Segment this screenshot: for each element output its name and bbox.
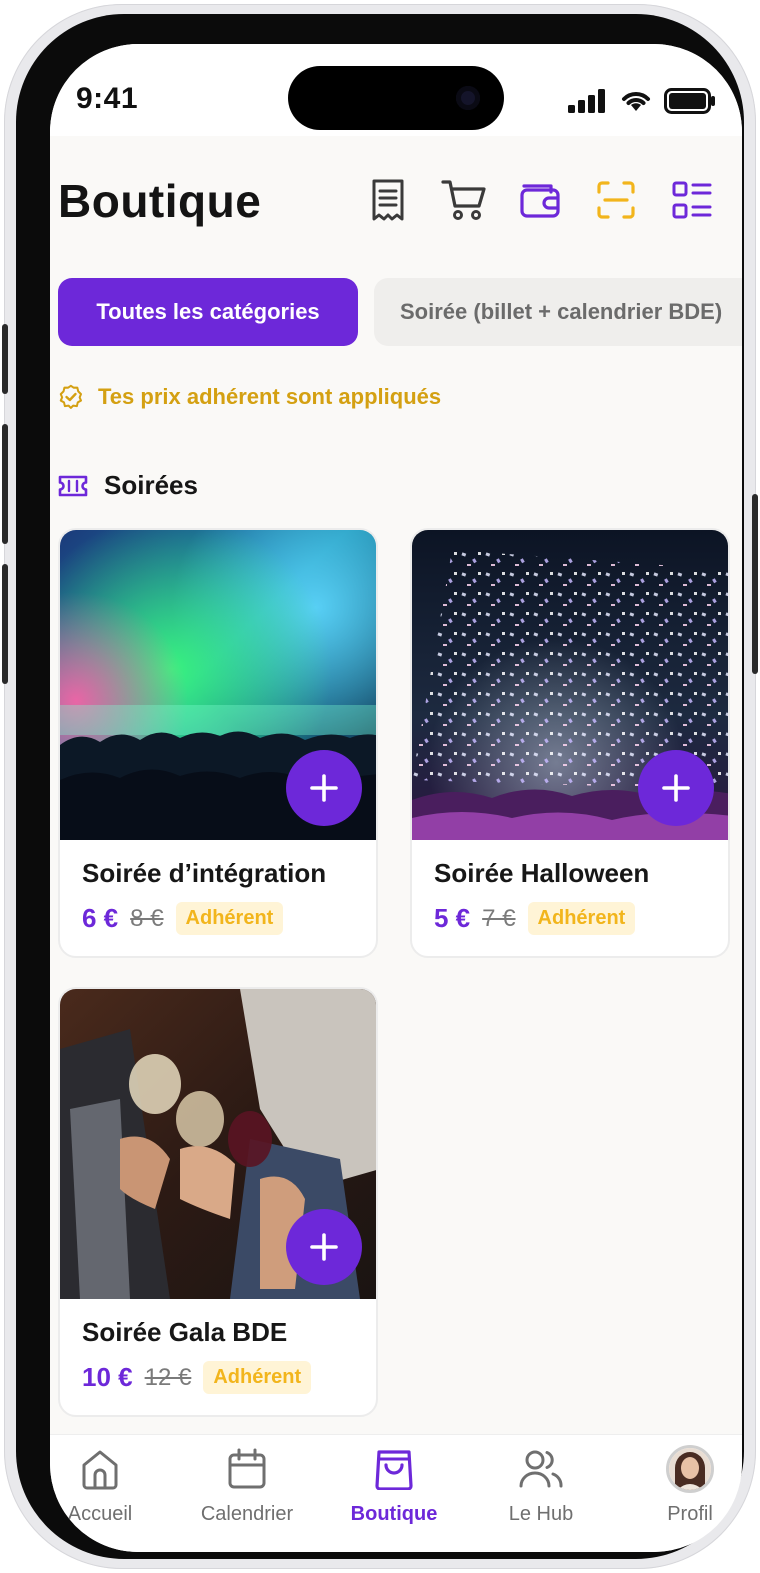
phone-frame: 9:41 Boutique Toutes les catégories Soir… bbox=[2, 4, 758, 1569]
receipt-button[interactable] bbox=[364, 176, 412, 224]
wallet-button[interactable] bbox=[516, 176, 564, 224]
product-card-halloween[interactable]: Soirée Halloween 5 € 7 € Adhérent bbox=[410, 528, 730, 958]
member-price: 5 € bbox=[434, 903, 471, 933]
status-icons bbox=[568, 88, 716, 114]
tab-le-hub[interactable]: Le Hub bbox=[471, 1445, 611, 1545]
side-button-left-1 bbox=[2, 324, 8, 394]
tab-label: Boutique bbox=[350, 1503, 438, 1525]
add-to-cart-button[interactable] bbox=[286, 1209, 362, 1285]
price-row: 10 € 12 € Adhérent bbox=[82, 1361, 312, 1394]
wallet-icon bbox=[520, 184, 560, 218]
tab-accueil[interactable]: Accueil bbox=[50, 1445, 170, 1545]
wifi-icon bbox=[622, 92, 650, 111]
member-badge: Adhérent bbox=[175, 902, 284, 935]
plus-icon bbox=[310, 1233, 338, 1261]
plus-icon bbox=[662, 774, 690, 802]
list-view-button[interactable] bbox=[668, 176, 716, 224]
screen: 9:41 Boutique Toutes les catégories Soir… bbox=[50, 44, 742, 1552]
status-bar: 9:41 bbox=[50, 44, 742, 136]
regular-price: 8 € bbox=[130, 904, 164, 932]
regular-price: 12 € bbox=[144, 1363, 192, 1391]
add-to-cart-button[interactable] bbox=[638, 750, 714, 826]
camera-icon bbox=[456, 86, 480, 110]
section-title: Soirées bbox=[104, 470, 198, 500]
check-badge-icon bbox=[59, 384, 83, 409]
avatar bbox=[666, 1445, 714, 1493]
member-price: 10 € bbox=[82, 1362, 133, 1392]
scan-button[interactable] bbox=[592, 176, 640, 224]
chip-all-categories[interactable]: Toutes les catégories bbox=[58, 278, 358, 346]
product-card-gala[interactable]: Soirée Gala BDE 10 € 12 € Adhérent bbox=[58, 987, 378, 1417]
cart-icon bbox=[441, 180, 486, 220]
list-view-icon bbox=[672, 181, 712, 219]
product-name: Soirée d’intégration bbox=[82, 858, 327, 888]
avatar-wrapper bbox=[666, 1445, 714, 1493]
calendar-icon bbox=[223, 1445, 271, 1493]
shopping-bag-icon bbox=[370, 1445, 418, 1493]
phone-bezel: 9:41 Boutique Toutes les catégories Soir… bbox=[16, 14, 744, 1559]
tab-boutique[interactable]: Boutique bbox=[324, 1445, 464, 1545]
tab-label: Le Hub bbox=[508, 1503, 574, 1525]
regular-price: 7 € bbox=[482, 904, 516, 932]
member-badge: Adhérent bbox=[527, 902, 636, 935]
add-to-cart-button[interactable] bbox=[286, 750, 362, 826]
price-row: 5 € 7 € Adhérent bbox=[434, 902, 636, 935]
tab-label: Calendrier bbox=[200, 1503, 294, 1525]
chip-soiree[interactable]: Soirée (billet + calendrier BDE) bbox=[374, 278, 742, 346]
plus-icon bbox=[310, 774, 338, 802]
home-icon bbox=[76, 1445, 124, 1493]
signal-icon bbox=[568, 89, 605, 113]
product-name: Soirée Gala BDE bbox=[82, 1317, 288, 1347]
side-button-right bbox=[752, 494, 758, 674]
ticket-icon bbox=[58, 475, 88, 496]
scan-icon bbox=[597, 181, 635, 219]
header: Boutique bbox=[50, 136, 742, 276]
tab-calendrier[interactable]: Calendrier bbox=[177, 1445, 317, 1545]
side-button-left-2 bbox=[2, 424, 8, 544]
product-name: Soirée Halloween bbox=[434, 858, 650, 888]
member-price: 6 € bbox=[82, 903, 119, 933]
member-badge: Adhérent bbox=[203, 1361, 312, 1394]
side-button-left-3 bbox=[2, 564, 8, 684]
status-time: 9:41 bbox=[76, 82, 139, 115]
tab-profil[interactable]: Profil bbox=[620, 1445, 742, 1545]
section-header: Soirées bbox=[58, 470, 198, 501]
dynamic-island bbox=[288, 66, 504, 130]
receipt-icon bbox=[372, 179, 404, 221]
member-price-notice: Tes prix adhérent sont appliqués bbox=[58, 384, 441, 410]
price-row: 6 € 8 € Adhérent bbox=[82, 902, 284, 935]
page-title: Boutique bbox=[58, 175, 262, 227]
category-chips: Toutes les catégories Soirée (billet + c… bbox=[58, 278, 742, 346]
users-icon bbox=[517, 1445, 565, 1493]
bottom-tab-bar: Accueil Calendrier Boutique Le Hub Profi… bbox=[50, 1434, 742, 1552]
product-card-integration[interactable]: Soirée d’intégration 6 € 8 € Adhérent bbox=[58, 528, 378, 958]
tab-label: Profil bbox=[667, 1503, 713, 1525]
tab-label: Accueil bbox=[67, 1503, 133, 1525]
notice-text: Tes prix adhérent sont appliqués bbox=[98, 384, 442, 409]
cart-button[interactable] bbox=[440, 176, 488, 224]
battery-icon bbox=[664, 88, 715, 114]
